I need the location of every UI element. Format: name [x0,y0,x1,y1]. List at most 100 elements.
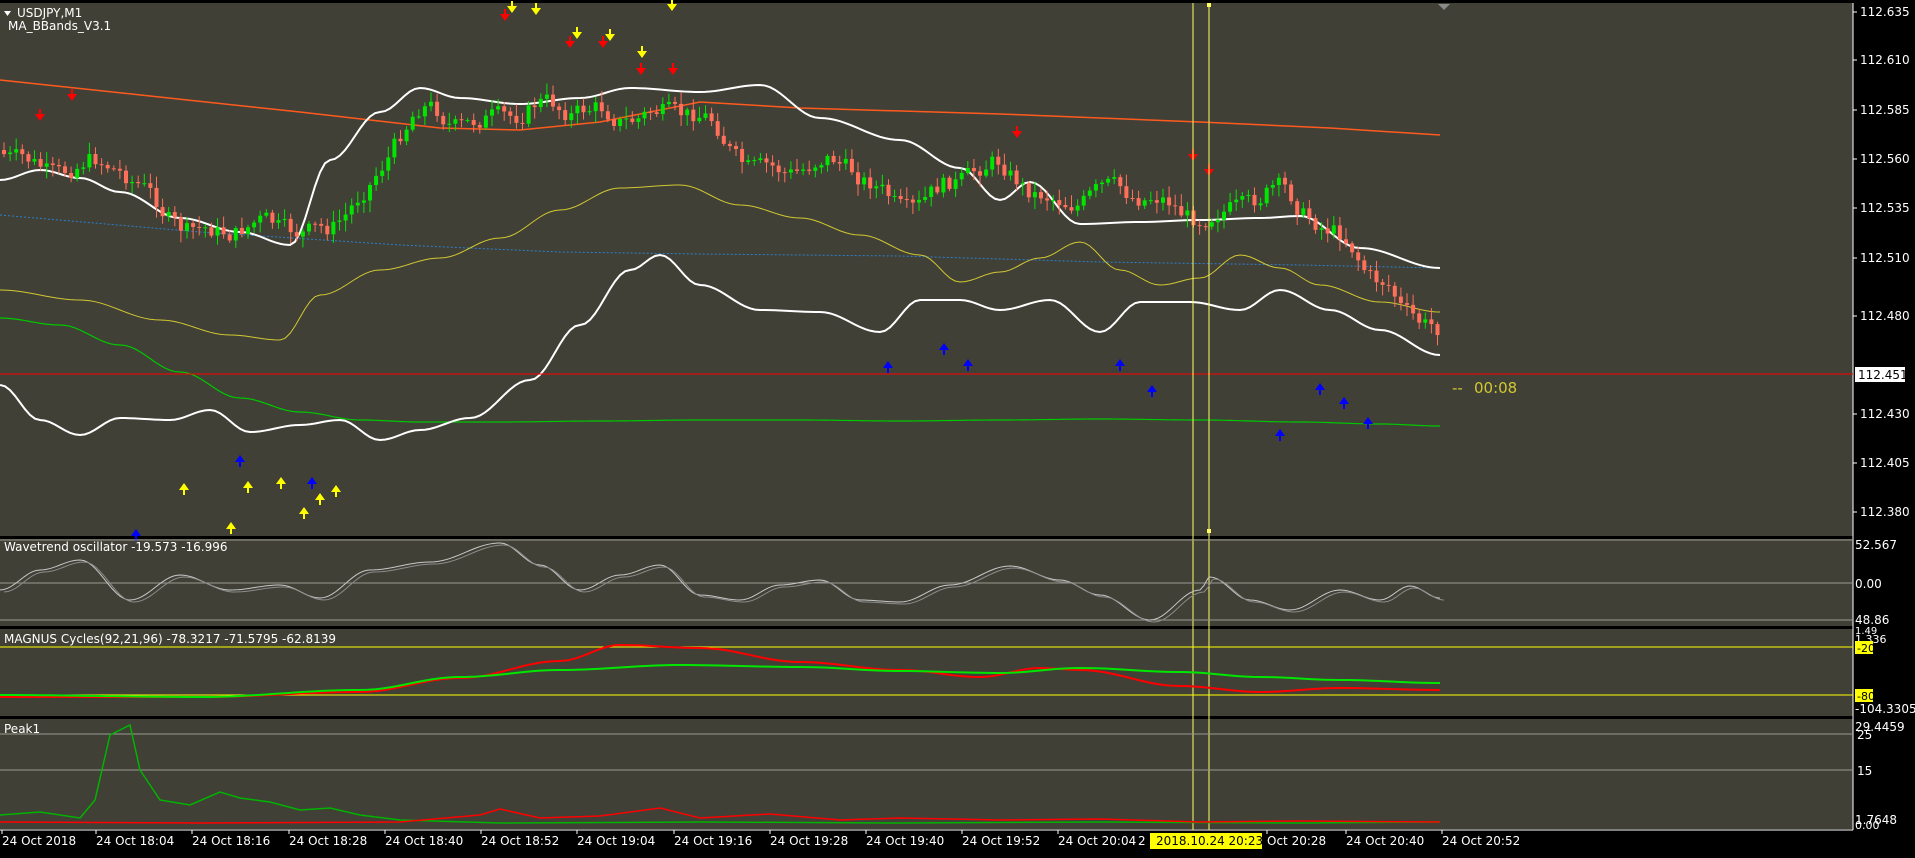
crosshair-handle-bottom[interactable] [1207,529,1211,533]
candle-body [374,175,379,185]
candle-body [996,156,1001,165]
candle-body [130,182,135,184]
candle-body [319,223,324,226]
candle-body [1228,202,1233,212]
candle-body [1417,313,1422,323]
candle-body [569,113,574,121]
candle-body [1161,197,1165,203]
candle-body [1411,304,1416,314]
candle-body [471,120,476,125]
candle-body [282,218,287,221]
candle-body [1331,225,1336,234]
candle-body [801,169,806,171]
candle-body [636,118,641,122]
candle-body [1081,195,1086,206]
candle-body [1039,192,1043,199]
price-label: 112.430 [1860,407,1910,421]
candle-body [849,158,854,173]
candle-body [63,166,67,173]
candle-body [770,162,775,166]
candle-body [1185,210,1190,216]
wavetrend-axis-zero: 0.00 [1855,577,1882,591]
chart-window[interactable]: 112.451 -- 00:08 USDJPY,M1 MA_BBands_V3.… [0,0,1915,854]
price-label: 112.380 [1860,505,1910,519]
chart-canvas[interactable]: 112.451 -- 00:08 USDJPY,M1 MA_BBands_V3.… [0,0,1915,854]
candle-body [917,199,921,203]
wavetrend-axis-top: 52.567 [1855,538,1897,552]
candle-body [740,149,745,163]
candle-body [368,184,372,201]
candle-body [459,119,464,121]
candle-body [1179,206,1184,216]
candle-body [227,234,232,241]
candle-body [99,164,104,166]
time-label: 24 Oct 20:52 [1442,834,1520,848]
candle-body [520,122,525,124]
candle-body [904,199,909,201]
time-label: 24 Oct 19:52 [962,834,1040,848]
candle-body [1380,282,1385,285]
candle-body [1307,208,1312,219]
candle-body [734,146,738,150]
candle-body [288,218,293,233]
candle-body [1423,319,1428,323]
candle-body [1014,170,1019,185]
candle-body [160,207,165,217]
main-indicator-label: MA_BBands_V3.1 [8,19,111,33]
candle-body [837,162,842,164]
candle-body [1032,192,1037,198]
candle-body [782,172,787,174]
candle-body [422,106,427,117]
price-label: 112.610 [1860,53,1910,67]
candle-body [1154,200,1159,203]
crosshair-time-partial: 2 [1138,834,1146,848]
candle-body [575,105,580,114]
candle-body [1429,319,1434,325]
candle-body [404,129,409,142]
candle-body [947,177,952,189]
candle-body [673,101,677,104]
peak-pane[interactable] [0,719,1853,829]
candle-body [1392,285,1397,297]
candle-body [215,227,220,236]
candle-body [1270,185,1275,188]
candle-body [795,169,799,171]
candle-body [380,170,385,176]
time-axis[interactable]: 24 Oct 2018 24 Oct 18:04 24 Oct 18:16 24 Oc… [1,830,1520,848]
candle-body [496,106,501,110]
candle-body [361,200,366,203]
candle-body [307,223,311,232]
candle-body [788,169,793,173]
candle-body [136,182,141,184]
candle-body [69,172,74,178]
candle-body [1295,201,1300,215]
candle-body [81,167,86,169]
main-pane[interactable] [0,3,1853,536]
candle-body [166,212,171,217]
candle-body [1026,183,1031,198]
candle-body [581,105,586,113]
candle-body [1374,270,1379,283]
price-label: 112.510 [1860,251,1910,265]
candle-body [746,160,751,163]
candle-body [429,101,433,107]
candle-body [990,156,995,170]
candle-body [532,105,537,108]
candle-body [1100,182,1104,185]
price-axis[interactable]: 112.635 112.610 112.585 112.560 112.535 112.5… [1853,5,1910,519]
candle-body [953,179,958,189]
crosshair-handle-top[interactable] [1207,3,1211,7]
peak-title: Peak1 [4,722,40,736]
candle-body [32,159,37,162]
candle-body [1136,198,1141,206]
candle-body [715,121,720,136]
candle-body [1173,205,1178,207]
candle-body [1087,190,1092,196]
candle-body [1301,208,1306,215]
candle-body [209,227,214,236]
candle-body [526,105,531,124]
candle-body [221,227,226,235]
candle-body [1234,199,1239,203]
candle-body [508,111,513,116]
candle-body [691,109,696,122]
